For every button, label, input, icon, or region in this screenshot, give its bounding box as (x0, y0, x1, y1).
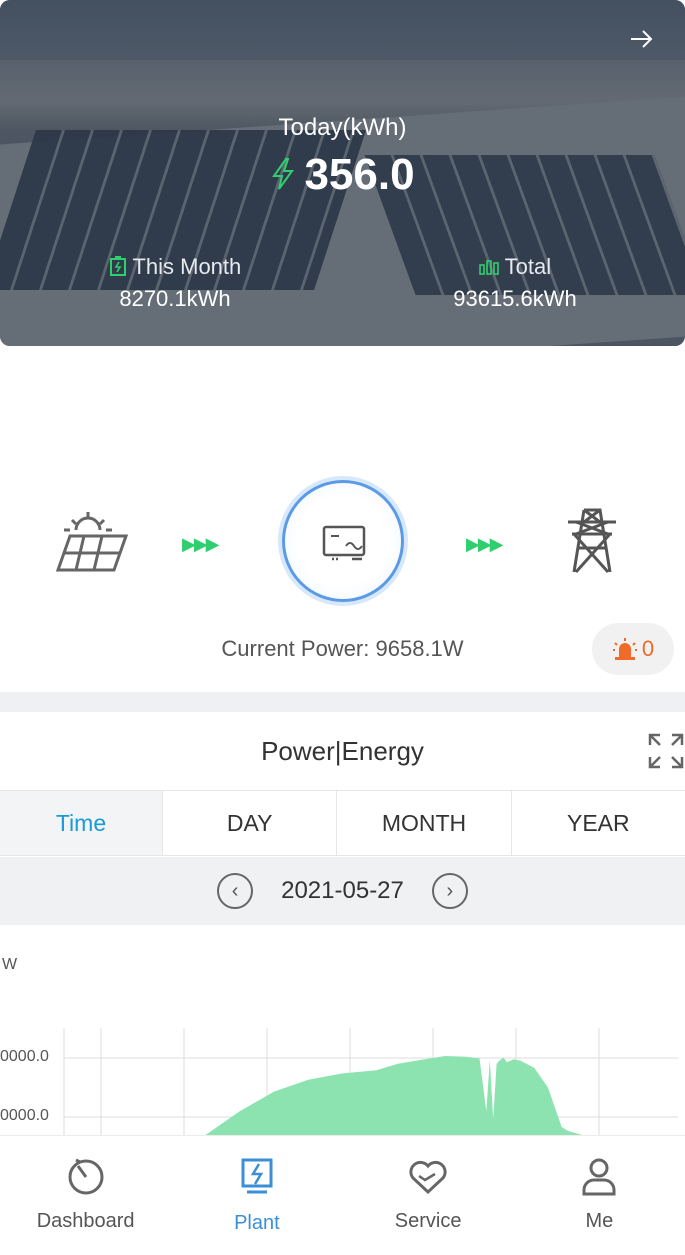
current-power-label: Current Power: (221, 636, 370, 661)
user-icon (582, 1158, 616, 1196)
alarm-siren-icon (612, 638, 637, 660)
hero-banner: Today(kWh) 356.0 This Month 8270.1kWh To… (0, 0, 685, 346)
flow-arrows-left: ▶▶▶ (182, 534, 220, 554)
chart-plot (0, 1028, 685, 1135)
current-power: Current Power: 9658.1W (0, 636, 685, 662)
expand-icon[interactable] (648, 733, 684, 774)
nav-dashboard[interactable]: Dashboard (0, 1136, 171, 1255)
chart-title: Power|Energy (261, 736, 424, 766)
tab-time[interactable]: Time (0, 791, 162, 855)
plant-bolt-icon (241, 1158, 273, 1194)
period-tabs: Time DAY MONTH YEAR (0, 790, 685, 856)
power-chart: W 0000.0 0000.0 (0, 940, 685, 1135)
power-tower-icon (562, 508, 622, 579)
nav-label: Plant (234, 1212, 280, 1234)
inverter-button[interactable] (282, 480, 404, 602)
battery-icon (109, 256, 126, 276)
power-area-series (0, 1056, 685, 1135)
solar-panel-icon (55, 510, 129, 579)
current-power-value: 9658.1W (375, 636, 464, 661)
flow-arrows-right: ▶▶▶ (466, 534, 504, 554)
chevron-right-icon[interactable]: › (431, 873, 468, 909)
service-heart-icon (409, 1160, 447, 1195)
total-stat: Total 93615.6kWh (430, 254, 600, 312)
alarm-count: 0 (641, 636, 655, 661)
nav-me[interactable]: Me (514, 1136, 685, 1255)
nav-label: Me (585, 1210, 614, 1232)
total-value: 93615.6kWh (453, 286, 577, 311)
chevron-left-icon[interactable]: ‹ (217, 873, 254, 909)
nav-plant[interactable]: Plant (171, 1136, 342, 1255)
this-month-stat: This Month 8270.1kWh (90, 254, 260, 312)
bar-chart-icon (479, 260, 499, 275)
nav-label: Service (394, 1210, 462, 1232)
total-label: Total (504, 254, 552, 279)
energy-flow: ▶▶▶ ▶▶▶ (0, 470, 685, 620)
today-value-number: 356.0 (304, 150, 415, 199)
dashboard-gauge-icon (68, 1158, 104, 1195)
nav-service[interactable]: Service (343, 1136, 514, 1255)
this-month-label: This Month (132, 254, 242, 279)
nav-label: Dashboard (36, 1210, 135, 1232)
inverter-icon (322, 525, 366, 561)
selected-date: 2021-05-27 (281, 877, 404, 904)
today-label: Today(kWh) (278, 114, 407, 141)
bolt-icon (270, 152, 296, 202)
date-selector: ‹ 2021-05-27 › (0, 857, 685, 925)
tab-month[interactable]: MONTH (336, 791, 510, 855)
alarm-button[interactable]: 0 (592, 623, 674, 675)
bottom-nav: Dashboard Plant Service Me (0, 1135, 685, 1255)
section-divider (0, 692, 685, 712)
arrow-right-icon[interactable] (629, 26, 655, 57)
tab-day[interactable]: DAY (162, 791, 336, 855)
today-value: 356.0 (0, 150, 685, 202)
this-month-value: 8270.1kWh (119, 286, 231, 311)
tab-year[interactable]: YEAR (510, 791, 685, 855)
